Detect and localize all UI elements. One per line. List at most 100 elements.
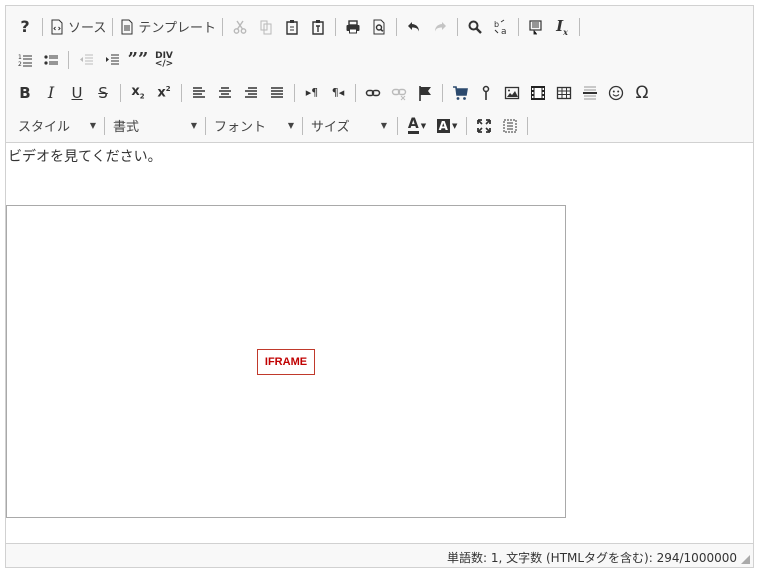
chevron-down-icon: ▼	[420, 121, 427, 130]
print-icon	[346, 19, 360, 33]
video-button[interactable]	[525, 80, 551, 106]
video-icon	[531, 85, 545, 100]
cart-button[interactable]	[447, 80, 473, 106]
ltr-icon: ▸¶	[305, 86, 319, 99]
strike-icon: S	[98, 83, 108, 102]
horizontal-rule-icon	[583, 86, 597, 99]
align-right-button[interactable]	[238, 80, 264, 106]
separator	[334, 17, 336, 36]
bulleted-list-icon	[44, 54, 58, 65]
copy-button[interactable]	[253, 14, 279, 40]
editor-content[interactable]: ビデオを見てください。 IFRAME	[6, 143, 753, 543]
svg-text:1: 1	[18, 54, 22, 61]
show-blocks-button[interactable]	[497, 113, 523, 139]
create-div-icon: DIV </>	[154, 50, 174, 69]
link-button[interactable]	[360, 80, 386, 106]
bulleted-list-button[interactable]	[38, 47, 64, 73]
smiley-button[interactable]	[603, 80, 629, 106]
toolbar-row-2: 12 ”” DIV </>	[12, 43, 749, 76]
outdent-button[interactable]	[73, 47, 99, 73]
special-char-icon: Ω	[635, 82, 649, 103]
svg-text:b: b	[494, 20, 499, 29]
ltr-button[interactable]: ▸¶	[299, 80, 325, 106]
cut-button[interactable]	[227, 14, 253, 40]
remove-format-button[interactable]: Ix	[549, 14, 575, 40]
strike-button[interactable]: S	[90, 80, 116, 106]
anchor-button[interactable]	[412, 80, 438, 106]
print-button[interactable]	[340, 14, 366, 40]
select-all-icon	[529, 19, 542, 34]
chevron-down-icon: ▼	[287, 121, 294, 130]
numbered-list-button[interactable]: 12	[12, 47, 38, 73]
smiley-icon	[608, 85, 624, 100]
bold-button[interactable]: B	[12, 80, 38, 106]
redo-button[interactable]	[427, 14, 453, 40]
paste-text-button[interactable]	[305, 14, 331, 40]
separator	[578, 17, 580, 36]
replace-icon: ba	[494, 19, 507, 35]
paste-button[interactable]	[279, 14, 305, 40]
table-button[interactable]	[551, 80, 577, 106]
maximize-button[interactable]	[471, 113, 497, 139]
subscript-button[interactable]: x2	[125, 80, 151, 106]
source-icon	[51, 19, 63, 34]
help-button[interactable]: ?	[12, 14, 38, 40]
separator	[68, 50, 69, 69]
marker-button[interactable]	[473, 80, 499, 106]
rtl-icon: ¶◂	[331, 86, 345, 99]
blockquote-icon: ””	[127, 48, 149, 70]
replace-button[interactable]: ba	[488, 14, 514, 40]
separator	[120, 83, 121, 102]
italic-button[interactable]: I	[38, 80, 64, 106]
align-center-button[interactable]	[212, 80, 238, 106]
find-icon	[468, 20, 482, 34]
bg-color-button[interactable]: A ▼	[432, 113, 462, 139]
embedded-iframe[interactable]: IFRAME	[6, 205, 566, 518]
resize-grip-icon[interactable]	[741, 555, 750, 564]
special-char-button[interactable]: Ω	[629, 80, 655, 106]
help-icon: ?	[20, 17, 30, 36]
undo-button[interactable]	[401, 14, 427, 40]
rtl-button[interactable]: ¶◂	[325, 80, 351, 106]
unlink-button[interactable]	[386, 80, 412, 106]
style-combo[interactable]: スタイル ▼	[12, 114, 102, 138]
create-div-button[interactable]: DIV </>	[151, 47, 177, 73]
font-combo[interactable]: フォント ▼	[208, 114, 300, 138]
rich-text-editor: ? ソース テンプレート b a Ix 1 2 ”” DIV </> B I U…	[5, 5, 754, 568]
format-combo[interactable]: 書式 ▼	[107, 114, 203, 138]
underline-button[interactable]: U	[64, 80, 90, 106]
separator	[112, 17, 114, 36]
iframe-placeholder-label: IFRAME	[257, 349, 315, 375]
anchor-icon	[419, 85, 431, 101]
toolbar-row-1: ? ソース テンプレート b a Ix	[12, 10, 749, 43]
source-button[interactable]: ソース	[47, 14, 108, 40]
image-icon	[504, 86, 520, 99]
status-bar: 単語数: 1, 文字数 (HTMLタグを含む): 294/1000000	[6, 543, 753, 567]
content-paragraph: ビデオを見てください。	[8, 149, 162, 165]
chevron-down-icon: ▼	[380, 121, 387, 130]
marker-icon	[482, 85, 490, 100]
superscript-button[interactable]: x2	[151, 80, 177, 106]
align-left-button[interactable]	[186, 80, 212, 106]
outdent-icon	[80, 54, 93, 64]
templates-button[interactable]: テンプレート	[117, 14, 218, 40]
text-color-button[interactable]: A ▼	[402, 113, 432, 139]
find-button[interactable]	[462, 14, 488, 40]
toolbar-row-3: B I U S x2 x2 ▸¶ ¶◂ Ω	[12, 76, 749, 109]
separator	[181, 83, 182, 102]
align-left-icon	[193, 86, 205, 98]
separator	[397, 116, 398, 135]
horizontal-rule-button[interactable]	[577, 80, 603, 106]
justify-button[interactable]	[264, 80, 290, 106]
numbered-list-icon: 12	[18, 54, 32, 68]
font-combo-label: フォント	[214, 120, 267, 135]
cut-icon	[233, 20, 247, 34]
superscript-icon: x2	[157, 84, 171, 101]
preview-button[interactable]	[366, 14, 392, 40]
blockquote-button[interactable]: ””	[125, 47, 151, 73]
image-button[interactable]	[499, 80, 525, 106]
indent-button[interactable]	[99, 47, 125, 73]
select-all-button[interactable]	[523, 14, 549, 40]
size-combo[interactable]: サイズ ▼	[305, 114, 393, 138]
align-center-icon	[219, 86, 231, 98]
